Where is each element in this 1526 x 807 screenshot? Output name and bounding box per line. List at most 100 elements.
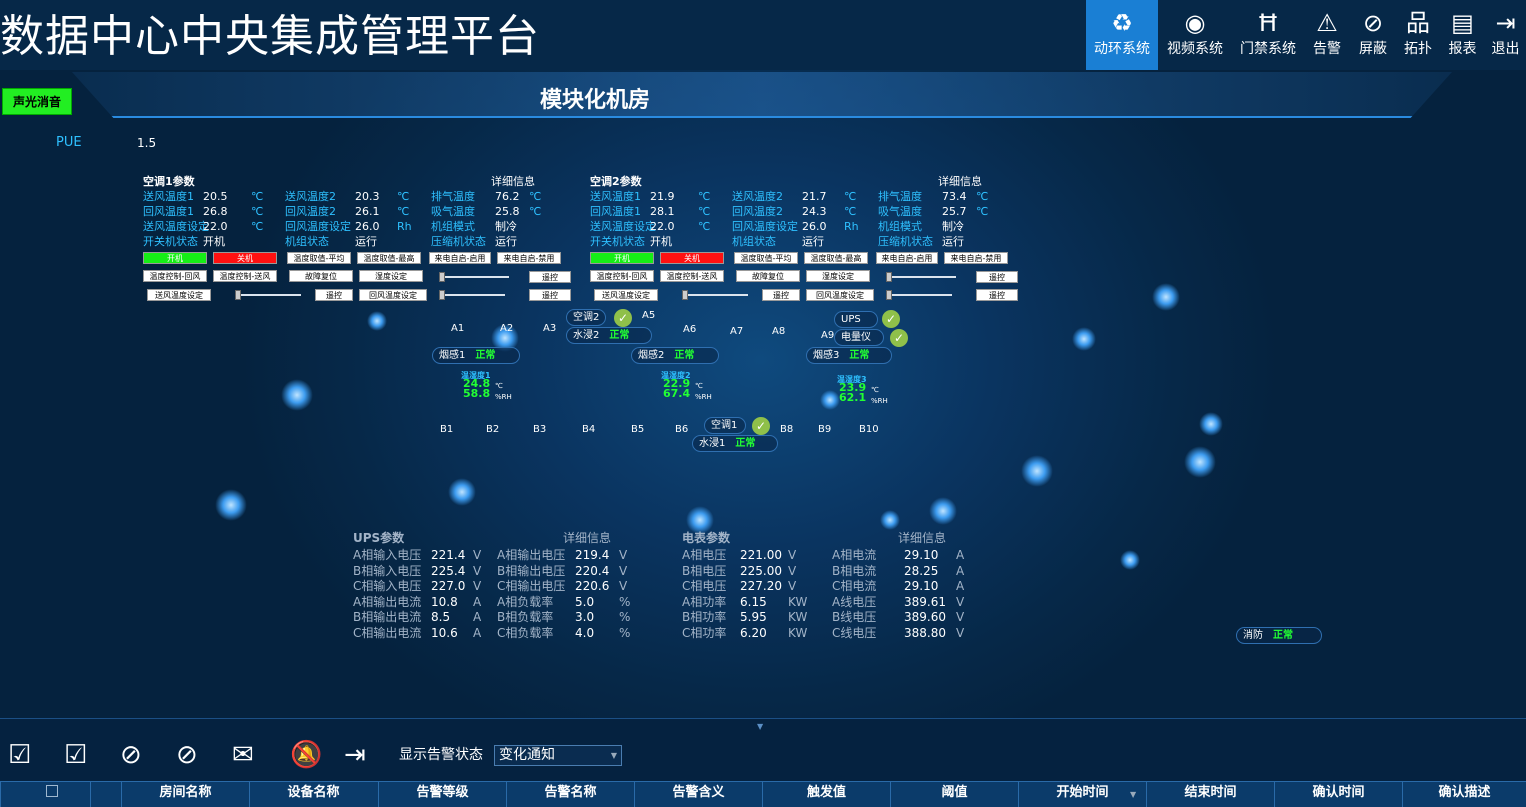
alarm-mute-button[interactable]: 声光消音 (2, 88, 72, 115)
cabinet-a[interactable]: A2 (500, 323, 513, 334)
ac-button[interactable]: 遥控 (976, 289, 1018, 301)
ac-button[interactable]: 来电自启-禁用 (944, 252, 1008, 264)
export-icon[interactable]: ⇥ (344, 738, 366, 772)
column-header[interactable]: 触发值 (762, 781, 890, 807)
ups-device[interactable]: UPS (834, 311, 878, 328)
slider-handle[interactable] (235, 290, 241, 300)
column-header[interactable]: 告警含义 (634, 781, 762, 807)
ac-slider[interactable] (439, 276, 509, 278)
ac-button[interactable]: 回风温度设定 (359, 289, 427, 301)
ac-button[interactable]: 温度控制-送风 (660, 270, 724, 282)
ac-button[interactable]: 温度控制-回风 (590, 270, 654, 282)
block-icon[interactable]: ⊘ (120, 738, 142, 772)
nav-recycle[interactable]: ♻ 动环系统 (1086, 0, 1158, 70)
cabinet-a[interactable]: A1 (451, 323, 464, 334)
ac-button[interactable]: 回风温度设定 (806, 289, 874, 301)
ac-button[interactable]: 温度取值-平均 (734, 252, 798, 264)
ac2-device[interactable]: 空调2 (566, 309, 606, 326)
message-close-icon[interactable]: ✉ (232, 738, 254, 772)
cabinet-b[interactable]: B5 (631, 424, 644, 435)
confirm-all-icon[interactable]: ☑ (64, 738, 87, 772)
cabinet-b[interactable]: B2 (486, 424, 499, 435)
column-header[interactable]: 房间名称 (121, 781, 249, 807)
ac-slider[interactable] (886, 276, 956, 278)
slider-handle[interactable] (439, 290, 445, 300)
column-header[interactable]: 结束时间 (1146, 781, 1274, 807)
cabinet-b[interactable]: B6 (675, 424, 688, 435)
ac-button[interactable]: 开机 (590, 252, 654, 264)
ac-button[interactable]: 来电自启-启用 (876, 252, 938, 264)
mute-bell-icon[interactable]: 🔕 (290, 738, 322, 772)
column-header[interactable]: 告警等级 (378, 781, 506, 807)
smoke1-sensor[interactable]: 烟感1 正常 (432, 347, 520, 364)
cabinet-b[interactable]: B4 (582, 424, 595, 435)
alarm-state-select[interactable]: 变化通知 ▼ (494, 745, 622, 766)
ac-button[interactable]: 故障复位 (289, 270, 353, 282)
ac-button[interactable]: 温度取值-最高 (804, 252, 868, 264)
ac-button[interactable]: 温度取值-平均 (287, 252, 351, 264)
column-header[interactable]: 设备名称 (249, 781, 377, 807)
smoke2-sensor[interactable]: 烟感2 正常 (631, 347, 719, 364)
ac-button[interactable]: 湿度设定 (806, 270, 870, 282)
column-header[interactable]: 开始时间 (1018, 781, 1146, 807)
ac-button[interactable]: 温度取值-最高 (357, 252, 421, 264)
ac-button[interactable]: 遥控 (529, 271, 571, 283)
meter-detail-link[interactable]: 详细信息 (898, 531, 946, 545)
nav-door[interactable]: Ħ 门禁系统 (1232, 0, 1304, 70)
nav-camera[interactable]: ◉ 视频系统 (1158, 0, 1232, 70)
ac-button[interactable]: 温度控制-送风 (213, 270, 277, 282)
ac-button[interactable]: 送风温度设定 (147, 289, 211, 301)
ac-detail-link[interactable]: 详细信息 (491, 175, 535, 189)
cabinet-b[interactable]: B8 (780, 424, 793, 435)
ac-button[interactable]: 遥控 (315, 289, 353, 301)
smoke3-sensor[interactable]: 烟感3 正常 (806, 347, 892, 364)
slider-handle[interactable] (886, 290, 892, 300)
ac-slider[interactable] (682, 294, 748, 296)
cabinet-b[interactable]: B1 (440, 424, 453, 435)
ac-button[interactable]: 开机 (143, 252, 207, 264)
ac-button[interactable]: 湿度设定 (359, 270, 423, 282)
ac-button[interactable]: 温度控制-回风 (143, 270, 207, 282)
ac-button[interactable]: 来电自启-启用 (429, 252, 491, 264)
ac-button[interactable]: 故障复位 (736, 270, 800, 282)
ac-slider[interactable] (886, 294, 952, 296)
nav-logout[interactable]: ⇥ 退出 (1485, 0, 1526, 70)
ac-slider[interactable] (439, 294, 505, 296)
slider-handle[interactable] (886, 272, 892, 282)
slider-handle[interactable] (439, 272, 445, 282)
cabinet-a[interactable]: A5 (642, 310, 655, 321)
column-header[interactable]: 告警名称 (506, 781, 634, 807)
ac-slider[interactable] (235, 294, 301, 296)
ac-button[interactable]: 遥控 (976, 271, 1018, 283)
collapse-arrow-icon[interactable]: ▼ (757, 722, 763, 731)
nav-topology[interactable]: 品拓扑 (1396, 0, 1440, 70)
ac-button[interactable]: 送风温度设定 (594, 289, 658, 301)
nav-report[interactable]: ▤ 报表 (1440, 0, 1485, 70)
cabinet-a[interactable]: A7 (730, 326, 743, 337)
meter-device[interactable]: 电量仪 (834, 329, 884, 346)
ac1-device[interactable]: 空调1 (704, 417, 746, 434)
column-header[interactable]: 确认描述 (1402, 781, 1526, 807)
nav-block[interactable]: ⊘ 屏蔽 (1350, 0, 1396, 70)
ac-detail-link[interactable]: 详细信息 (938, 175, 982, 189)
ac-button[interactable]: 关机 (660, 252, 724, 264)
ups-detail-link[interactable]: 详细信息 (563, 531, 611, 545)
ac-button[interactable]: 关机 (213, 252, 277, 264)
cabinet-b[interactable]: B10 (859, 424, 879, 435)
fire-sensor[interactable]: 消防 正常 (1236, 627, 1322, 644)
block-all-icon[interactable]: ⊘ (176, 738, 198, 772)
cabinet-a[interactable]: A8 (772, 326, 785, 337)
confirm-icon[interactable]: ☑ (8, 738, 31, 772)
cabinet-a[interactable]: A3 (543, 323, 556, 334)
ac-button[interactable]: 来电自启-禁用 (497, 252, 561, 264)
column-header[interactable]: 阈值 (890, 781, 1018, 807)
water2-sensor[interactable]: 水浸2 正常 (566, 327, 652, 344)
cabinet-a[interactable]: A6 (683, 324, 696, 335)
cabinet-b[interactable]: B3 (533, 424, 546, 435)
water1-sensor[interactable]: 水浸1 正常 (692, 435, 778, 452)
cabinet-a[interactable]: A9 (821, 330, 834, 341)
ac-button[interactable]: 遥控 (762, 289, 800, 301)
cabinet-b[interactable]: B9 (818, 424, 831, 435)
nav-alarm[interactable]: ⚠ 告警 (1304, 0, 1350, 70)
slider-handle[interactable] (682, 290, 688, 300)
